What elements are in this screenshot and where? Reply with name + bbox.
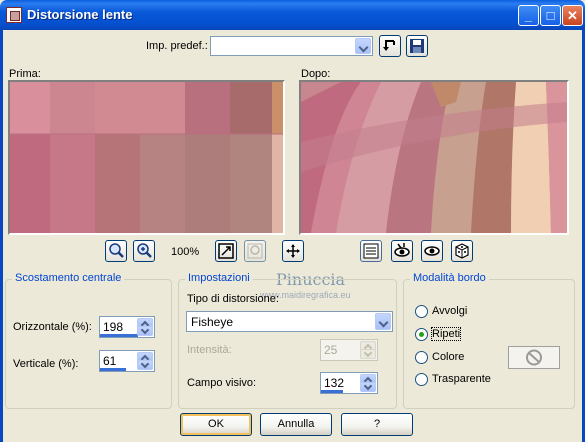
help-button[interactable]: ? [341,413,413,436]
reset-icon [424,246,440,256]
before-preview-image [10,82,283,233]
after-label: Dopo: [301,68,331,80]
chevron-down-icon[interactable] [375,313,391,330]
zoom-in-icon [109,243,124,258]
vertical-value: 61 [103,354,117,368]
edge-repeat-radio[interactable] [415,328,428,341]
field-of-view-value: 132 [324,376,345,390]
save-preset-button[interactable] [406,35,428,57]
distortion-type-value: Fisheye [191,315,234,329]
window-frame-left [0,30,3,442]
window-icon [6,7,22,23]
spin-down-icon[interactable] [360,349,376,359]
zoom-proof-icon [247,243,263,259]
proof-button[interactable] [391,240,413,262]
reset-button[interactable] [421,240,443,262]
zoom-out-button[interactable] [133,240,155,262]
after-preview-image [301,82,567,233]
save-preset-icon [410,39,424,53]
load-preset-button[interactable] [379,35,401,57]
before-label: Prima: [9,68,41,80]
field-of-view-bar [321,390,343,393]
horizontal-label: Orizzontale (%): [13,321,92,333]
preset-label: Imp. predef.: [146,40,208,52]
edge-repeat-label[interactable]: Ripeti [430,327,462,341]
minimize-button[interactable]: _ [518,5,539,26]
spin-down-icon[interactable] [137,360,153,370]
color-swatch[interactable] [508,346,560,369]
fit-window-button[interactable] [215,240,237,262]
center-offset-group: Scostamento centrale [5,272,172,409]
edge-transparent-radio[interactable] [415,373,428,386]
field-of-view-label: Campo visivo: [187,377,257,389]
zoom-in-button[interactable] [105,240,127,262]
edge-wrap-radio[interactable] [415,305,428,318]
no-color-icon [526,349,542,366]
distortion-type-label: Tipo di distorsione: [187,293,279,305]
preset-select[interactable] [210,36,373,56]
vertical-bar [100,368,126,371]
distortion-type-select[interactable]: Fisheye [186,311,393,332]
minimize-icon: _ [524,8,533,23]
chevron-down-icon[interactable] [355,38,371,54]
intensity-label: Intensità: [187,344,232,356]
intensity-value: 25 [324,343,338,357]
randomize-icon [363,243,379,259]
pan-button[interactable] [282,240,304,262]
edge-wrap-label[interactable]: Avvolgi [432,305,467,317]
horizontal-spinner[interactable]: 198 [99,316,155,338]
ok-button[interactable]: OK [180,413,252,436]
zoom-proof-button[interactable] [244,240,266,262]
cancel-button[interactable]: Annulla [260,413,332,436]
edge-mode-group: Modalità bordo [403,272,575,409]
zoom-out-icon [137,243,152,258]
after-preview[interactable] [299,80,569,235]
horizontal-value: 198 [103,320,124,334]
edge-mode-title: Modalità bordo [410,272,489,284]
randomize-button[interactable] [360,240,382,262]
maximize-button[interactable]: □ [540,5,561,26]
intensity-spinner[interactable]: 25 [320,339,378,361]
proof-icon [394,243,410,257]
edge-color-label[interactable]: Colore [432,351,464,363]
settings-title: Impostazioni [185,272,253,284]
dice-icon [455,243,469,259]
title-bar[interactable]: Distorsione lente _ □ ✕ [0,0,585,30]
window-title: Distorsione lente [27,7,133,22]
spin-down-icon[interactable] [137,326,153,336]
fit-window-icon [218,243,234,259]
close-icon: ✕ [567,8,578,23]
spin-down-icon[interactable] [360,382,376,392]
zoom-level: 100% [171,246,200,258]
horizontal-bar [100,334,138,337]
maximize-icon: □ [546,8,555,23]
close-button[interactable]: ✕ [562,5,583,26]
before-preview[interactable] [8,80,285,235]
vertical-label: Verticale (%): [13,358,79,370]
vertical-spinner[interactable]: 61 [99,350,155,372]
pan-icon [286,244,300,258]
center-offset-title: Scostamento centrale [12,272,125,284]
load-preset-icon [383,40,395,51]
dice-button[interactable] [451,240,473,262]
edge-color-radio[interactable] [415,351,428,364]
edge-transparent-label[interactable]: Trasparente [432,373,491,385]
field-of-view-spinner[interactable]: 132 [320,372,378,394]
